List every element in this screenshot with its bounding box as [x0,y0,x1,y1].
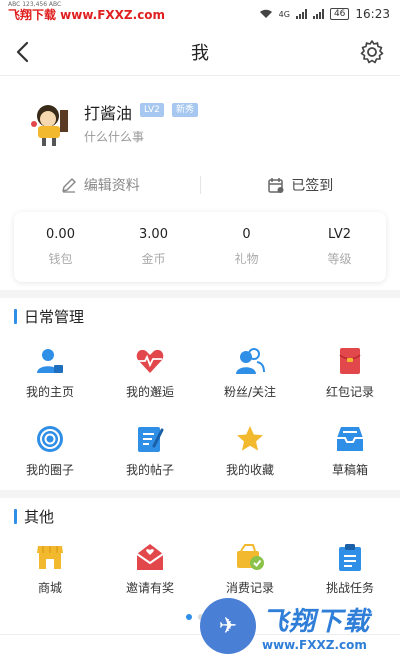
stat-coins[interactable]: 3.00 金币 [107,212,200,282]
menu-item-my-circles[interactable]: 我的圈子 [0,412,100,490]
section-separator [0,290,400,298]
circle-target-icon [37,426,63,452]
task-clipboard-icon [339,544,361,571]
store-icon [37,546,63,569]
menu-item-red-envelope[interactable]: 红包记录 [300,334,400,412]
heart-pulse-icon [136,349,164,373]
red-envelope-icon [339,348,361,374]
watermark-title: 飞翔下载 [262,606,371,637]
level-badge: LV2 [140,103,164,117]
signin-button[interactable]: 已签到 [201,175,400,195]
avatar[interactable] [24,96,78,150]
stats-card: 0.00 钱包 3.00 金币 0 礼物 LV2 等级 [14,212,386,282]
section-title-other: 其他 [14,506,54,527]
invite-mail-icon [136,544,164,570]
watermark-logo: ✈ 飞翔下载 www.FXXZ.com [200,592,396,660]
status-time: 16:23 [355,7,390,21]
signal-icon-2 [312,9,324,19]
stat-wallet[interactable]: 0.00 钱包 [14,212,107,282]
profile-section[interactable]: 打酱油 LV2 新秀 什么什么事 [0,90,400,160]
daily-grid: 我的主页 我的邂逅 粉丝/关注 红包记录 我的圈子 我的帖子 我的收藏 草稿箱 [0,334,400,490]
user-home-icon [37,349,63,373]
menu-item-label: 我的帖子 [125,463,174,477]
page-dot-active [186,614,192,620]
stat-value: 3.00 [139,227,168,242]
signin-label: 已签到 [291,178,334,194]
menu-item-drafts[interactable]: 草稿箱 [300,412,400,490]
post-edit-icon [138,427,164,452]
battery-icon: 46 [329,8,350,20]
user-bio: 什么什么事 [84,130,145,144]
menu-item-fans-follow[interactable]: 粉丝/关注 [200,334,300,412]
menu-item-label: 我的邂逅 [125,385,174,399]
calendar-check-icon [268,178,284,193]
menu-item-store[interactable]: 商城 [0,530,100,608]
menu-item-label: 粉丝/关注 [223,385,277,399]
menu-item-my-encounters[interactable]: 我的邂逅 [100,334,200,412]
stat-value: 0 [242,227,251,242]
menu-item-label: 红包记录 [325,385,374,399]
drafts-tray-icon [337,427,363,451]
status-indicators: 4G 46 16:23 [259,7,390,21]
menu-item-label: 草稿箱 [331,463,368,477]
section-title-daily: 日常管理 [14,306,84,327]
consume-record-icon [237,544,264,570]
watermark-url: www.FXXZ.com [262,637,367,652]
stat-label: 金币 [141,252,166,266]
menu-item-label: 商城 [37,581,62,595]
signal-icon [295,9,307,19]
role-badge: 新秀 [172,103,199,117]
network-label: 4G [278,9,290,19]
pencil-icon [62,178,76,193]
watermark-circle-icon: ✈ [200,598,256,654]
status-tiny-text: ABC 123,456 ABC [8,1,62,8]
status-watermark: 飞翔下载 www.FXXZ.com [8,7,166,22]
edit-profile-label: 编辑资料 [83,178,140,194]
stat-label: 钱包 [48,252,73,266]
page-title: 我 [191,42,209,64]
wifi-icon [259,9,272,18]
stat-label: 礼物 [234,252,259,266]
user-name: 打酱油 [84,104,133,123]
back-arrow-icon[interactable] [10,38,38,66]
menu-item-label: 邀请有奖 [125,581,174,595]
stat-value: LV2 [328,227,351,242]
stat-value: 0.00 [46,227,75,242]
menu-item-label: 我的圈子 [25,463,74,477]
settings-gear-icon[interactable] [358,38,386,66]
menu-item-my-favorites[interactable]: 我的收藏 [200,412,300,490]
status-bar: ABC 123,456 ABC 飞翔下载 www.FXXZ.com 4G 46 … [0,0,400,28]
star-icon [237,426,263,451]
fans-icon [236,348,265,374]
stat-level[interactable]: LV2 等级 [293,212,386,282]
menu-item-label: 我的主页 [25,385,74,399]
profile-actions: 编辑资料 已签到 [0,166,400,204]
menu-item-label: 我的收藏 [225,463,274,477]
menu-item-my-posts[interactable]: 我的帖子 [100,412,200,490]
stat-gifts[interactable]: 0 礼物 [200,212,293,282]
watermark-text-block: 飞翔下载 www.FXXZ.com [262,601,370,652]
stat-label: 等级 [327,252,352,266]
top-nav-bar: 我 [0,28,400,76]
menu-item-my-homepage[interactable]: 我的主页 [0,334,100,412]
menu-item-invite-reward[interactable]: 邀请有奖 [100,530,200,608]
edit-profile-button[interactable]: 编辑资料 [0,175,200,195]
section-separator [0,490,400,498]
